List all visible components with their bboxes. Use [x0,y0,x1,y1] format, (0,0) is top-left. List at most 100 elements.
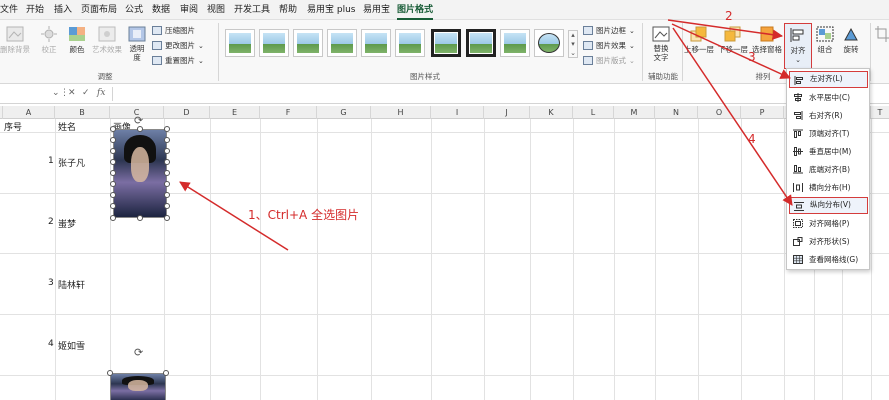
picture-style-1[interactable] [225,29,255,57]
tab-page-layout[interactable]: 页面布局 [81,0,117,20]
resize-handle[interactable] [107,370,113,376]
header-cell-name[interactable]: 姓名 [58,120,76,133]
column-header[interactable]: E [210,106,260,119]
resize-handle[interactable] [164,126,170,132]
picture-style-3[interactable] [293,29,323,57]
chevron-down-icon[interactable]: ⌄ [52,88,60,98]
resize-handle[interactable] [164,159,170,165]
menu-item-align-top[interactable]: 顶端对齐(T) [789,125,868,142]
resize-handle[interactable] [110,181,116,187]
resize-handle[interactable] [164,203,170,209]
resize-handle[interactable] [164,192,170,198]
picture-style-2[interactable] [259,29,289,57]
menu-item-align-center[interactable]: 水平居中(C) [789,89,868,106]
tab-yiyongbao[interactable]: 易用宝 [363,0,390,20]
column-header[interactable]: N [655,106,698,119]
tab-developer[interactable]: 开发工具 [234,0,270,20]
alt-text-button[interactable]: 替换 文字 [648,26,674,62]
resize-handle[interactable] [110,126,116,132]
column-header[interactable]: A [3,106,55,119]
resize-handle[interactable] [137,215,143,221]
tab-insert[interactable]: 插入 [54,0,72,20]
resize-handle[interactable] [164,181,170,187]
menu-item-distribute-horizontal[interactable]: 横向分布(H) [789,179,868,196]
resize-handle[interactable] [110,159,116,165]
cell-number[interactable]: 4 [48,339,54,349]
resize-handle[interactable] [110,192,116,198]
column-header[interactable]: D [164,106,210,119]
menu-item-align-right[interactable]: 右对齐(R) [789,107,868,124]
picture-style-9[interactable] [500,29,530,57]
column-header[interactable]: J [484,106,530,119]
menu-item-align-middle[interactable]: 垂直居中(M) [789,143,868,160]
column-header[interactable]: I [431,106,484,119]
tab-data[interactable]: 数据 [152,0,170,20]
picture-style-6[interactable] [395,29,425,57]
color-button[interactable]: 颜色 [64,26,90,55]
styles-scroll[interactable]: ▴ ▾ ⌄ [568,30,578,58]
change-picture-button[interactable]: 更改图片 ⌄ [152,40,204,51]
picture-style-4[interactable] [327,29,357,57]
cell-number[interactable]: 3 [48,278,54,288]
formula-input[interactable] [112,87,889,101]
menu-item-align-bottom[interactable]: 底端对齐(B) [789,161,868,178]
picture-border-button[interactable]: 图片边框 ⌄ [583,25,635,36]
menu-item-distribute-vertical[interactable]: 纵向分布(V) [789,197,868,214]
picture-effect-button[interactable]: 图片效果 ⌄ [583,40,635,51]
column-header[interactable]: F [260,106,317,119]
tab-help[interactable]: 帮助 [279,0,297,20]
resize-handle[interactable] [110,203,116,209]
align-button[interactable]: 对齐 ⌄ [784,23,812,69]
bring-forward-button[interactable]: 上移一层 [682,26,716,55]
resize-handle[interactable] [137,126,143,132]
menu-item-view-gridlines[interactable]: 查看网格线(G) [789,251,868,268]
cancel-icon[interactable]: ✕ [68,88,76,98]
tab-picture-format[interactable]: 图片格式 [397,0,434,20]
rotate-handle-icon[interactable]: ⟳ [134,115,143,126]
column-header[interactable]: P [741,106,784,119]
send-backward-button[interactable]: 下移一层 [716,26,750,55]
column-header[interactable]: K [530,106,573,119]
resize-handle[interactable] [110,137,116,143]
cell-name[interactable]: 蚩梦 [58,217,76,230]
tab-home[interactable]: 开始 [26,0,44,20]
portrait-picture[interactable] [113,129,167,218]
header-cell-number[interactable]: 序号 [4,120,22,133]
resize-handle[interactable] [164,215,170,221]
menu-item-align-left[interactable]: 左对齐(L) [789,71,868,88]
column-header[interactable]: O [698,106,741,119]
sheet-grid[interactable]: 序号 姓名 画像 1 张子凡 2 蚩梦 3 陆林轩 4 姬如雪 ⟳ ⟳ [0,115,889,400]
tab-review[interactable]: 审阅 [180,0,198,20]
rotate-handle-icon[interactable]: ⟳ [134,347,143,358]
group-button[interactable]: 组合 [812,26,838,55]
crop-button[interactable] [874,26,889,44]
column-header[interactable]: H [371,106,431,119]
resize-handle[interactable] [110,215,116,221]
compress-picture-button[interactable]: 压缩图片 [152,25,195,36]
tab-view[interactable]: 视图 [207,0,225,20]
column-header[interactable]: T [871,106,889,119]
cell-name[interactable]: 张子凡 [58,156,85,169]
tab-formulas[interactable]: 公式 [125,0,143,20]
confirm-icon[interactable]: ✓ [82,88,90,98]
tab-file[interactable]: 文件 [0,0,18,20]
resize-handle[interactable] [110,148,116,154]
rotate-button[interactable]: 旋转 [838,26,864,55]
picture-style-8[interactable] [466,29,496,57]
menu-item-snap-to-shape[interactable]: 对齐形状(S) [789,233,868,250]
reset-picture-button[interactable]: 重置图片 ⌄ [152,55,204,66]
tab-yiyongbao-plus[interactable]: 易用宝 plus [307,0,355,20]
column-header[interactable]: M [614,106,655,119]
cell-name[interactable]: 姬如雪 [58,339,85,352]
menu-item-snap-to-grid[interactable]: 对齐网格(P) [789,215,868,232]
cell-number[interactable]: 1 [48,156,54,166]
transparency-button[interactable]: 透明度 [126,26,148,62]
portrait-picture[interactable] [110,373,166,400]
picture-style-7[interactable] [431,29,461,57]
resize-handle[interactable] [110,170,116,176]
art-effect-button[interactable]: 艺术效果 [90,26,124,55]
picture-style-5[interactable] [361,29,391,57]
column-header[interactable]: G [317,106,371,119]
function-icon[interactable]: fx [97,88,105,98]
resize-handle[interactable] [163,370,169,376]
